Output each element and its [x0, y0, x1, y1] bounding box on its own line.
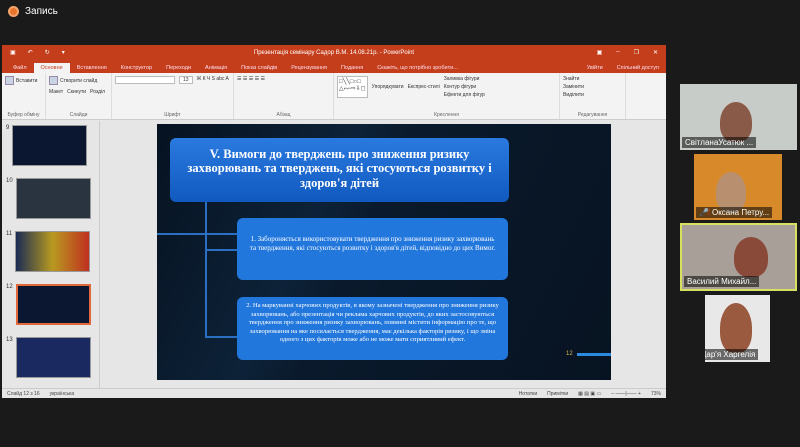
section-button[interactable]: Розділ — [90, 89, 105, 95]
slide-title: V. Вимоги до тверджень про зниження ризи… — [170, 138, 509, 202]
tab-animations[interactable]: Анімація — [198, 63, 234, 73]
slide-counter: Слайд 12 з 16 — [7, 390, 40, 397]
tell-me-input[interactable]: Скажіть, що потрібно зробити... — [370, 63, 464, 73]
ribbon-tabs: Файл Основне Вставлення Конструктор Пере… — [2, 60, 666, 73]
new-slide-icon — [49, 76, 58, 85]
record-icon — [8, 6, 19, 17]
participant-tile-active-speaker[interactable]: Василий Михайл... — [680, 223, 797, 291]
replace-button[interactable]: Замінити — [563, 84, 622, 90]
view-buttons[interactable]: ▦ ▤ ▣ ▭ — [578, 391, 601, 397]
group-label: Буфер обміну — [7, 112, 40, 118]
font-size-select[interactable]: 13 — [179, 76, 193, 84]
powerpoint-window: ▣ ↶ ↻ ▾ Презентація семінару Садор В.М. 14.… — [2, 45, 666, 398]
thumbnail-slide-11[interactable]: 11 — [6, 231, 91, 272]
thumbnail-slide-13[interactable]: 13 — [6, 337, 91, 378]
paragraph-buttons[interactable]: ☰ ☰ ☰ ☰ ☰ — [237, 76, 265, 82]
participant-video — [734, 237, 768, 277]
minimize-button[interactable]: – — [616, 49, 619, 56]
tab-insert[interactable]: Вставлення — [70, 63, 114, 73]
slide-thumbnails: 9 10 11 12 13 — [2, 121, 100, 388]
participant-tile[interactable]: СвітланаУсатюк ... — [680, 84, 797, 150]
slide-page-number: 12 — [566, 351, 573, 357]
participant-video — [720, 303, 752, 353]
participant-name: Дар'я Харгелія — [705, 350, 756, 359]
group-label: Слайди — [69, 112, 88, 118]
tab-file[interactable]: Файл — [6, 63, 34, 73]
page-number-bar — [577, 353, 611, 356]
arrange-button[interactable]: Упорядкувати — [372, 76, 404, 98]
participant-name: СвітланаУсатюк ... — [685, 138, 754, 147]
tab-transitions[interactable]: Переходи — [159, 63, 198, 73]
participant-tile[interactable]: 🎤̸Дар'я Харгелія — [705, 295, 770, 362]
paste-icon — [5, 76, 14, 85]
tab-design[interactable]: Конструктор — [114, 63, 159, 73]
tab-review[interactable]: Рецензування — [284, 63, 334, 73]
close-button[interactable]: ✕ — [653, 49, 658, 56]
shapes-gallery[interactable]: □╲╲□○□ △⌐⌐⇨⇩◻ — [337, 76, 368, 98]
participant-video — [716, 172, 746, 212]
window-title: Презентація семінару Садор В.М. 14.08.21… — [253, 49, 415, 56]
thumbnail-slide-12[interactable]: 12 — [6, 284, 91, 325]
select-button[interactable]: Виділити — [563, 92, 622, 98]
group-label: Абзац — [276, 112, 291, 118]
ribbon-display-icon[interactable]: ▣ — [597, 49, 603, 56]
zoom-level[interactable]: 73% — [651, 391, 661, 397]
connector-line — [205, 336, 237, 338]
font-name-select[interactable] — [115, 76, 175, 84]
participant-video — [720, 102, 752, 142]
slide-canvas[interactable]: V. Вимоги до тверджень про зниження ризи… — [157, 124, 611, 380]
participant-name: Оксана Петру... — [711, 208, 770, 217]
status-bar: Слайд 12 з 16 українська Нотатки Примітк… — [2, 388, 666, 398]
connector-line — [157, 233, 237, 235]
quick-styles-button[interactable]: Експрес-стилі — [408, 76, 440, 98]
tab-home[interactable]: Основне — [33, 63, 70, 73]
tab-slideshow[interactable]: Показ слайдів — [234, 63, 284, 73]
notes-button[interactable]: Нотатки — [519, 391, 537, 397]
language-indicator[interactable]: українська — [50, 391, 75, 397]
shape-fill-button[interactable]: Заливка фігури — [444, 76, 485, 82]
share-button[interactable]: Спільний доступ — [610, 63, 666, 73]
paste-button[interactable]: Вставити — [5, 76, 37, 85]
thumbnail-slide-9[interactable]: 9 — [6, 125, 88, 166]
new-slide-button[interactable]: Створити слайд — [49, 76, 97, 85]
participant-tile[interactable]: 🎤̸ Оксана Петру... — [694, 154, 782, 220]
title-bar: ▣ ↶ ↻ ▾ Презентація семінару Садор В.М. 14.… — [2, 45, 666, 60]
connector-line — [205, 249, 237, 251]
group-label: Шрифт — [164, 112, 181, 118]
tab-view[interactable]: Подання — [334, 63, 370, 73]
layout-button[interactable]: Макет — [49, 89, 63, 95]
maximize-button[interactable]: ❐ — [634, 49, 639, 56]
connector-line — [205, 202, 207, 337]
slide-point-1: 1. Забороняється використовувати твердже… — [237, 218, 508, 280]
ribbon: Вставити Буфер обміну Створити слайд Маке… — [2, 73, 666, 120]
reset-button[interactable]: Скинути — [67, 89, 86, 95]
recording-label: Запись — [25, 6, 58, 17]
shape-effects-button[interactable]: Ефекти для фігур — [444, 92, 485, 98]
recording-indicator[interactable]: Запись — [8, 6, 58, 17]
group-label: Креслення — [434, 112, 459, 118]
group-label: Редагування — [577, 112, 608, 118]
font-format-buttons[interactable]: Ж К Ч S abc A — [197, 76, 229, 84]
find-button[interactable]: Знайти — [563, 76, 622, 82]
participant-name: Василий Михайл... — [687, 277, 757, 286]
zoom-slider[interactable]: – ——|—— + — [611, 391, 641, 397]
comments-button[interactable]: Примітки — [547, 391, 568, 397]
slide-point-2: 2. На маркуванні харчових продуктів, в я… — [237, 297, 508, 360]
thumbnail-slide-10[interactable]: 10 — [6, 178, 91, 219]
sign-in-link[interactable]: Увійти — [580, 63, 610, 73]
muted-mic-icon: 🎤̸ — [699, 208, 709, 217]
shape-outline-button[interactable]: Контур фігури — [444, 84, 485, 90]
